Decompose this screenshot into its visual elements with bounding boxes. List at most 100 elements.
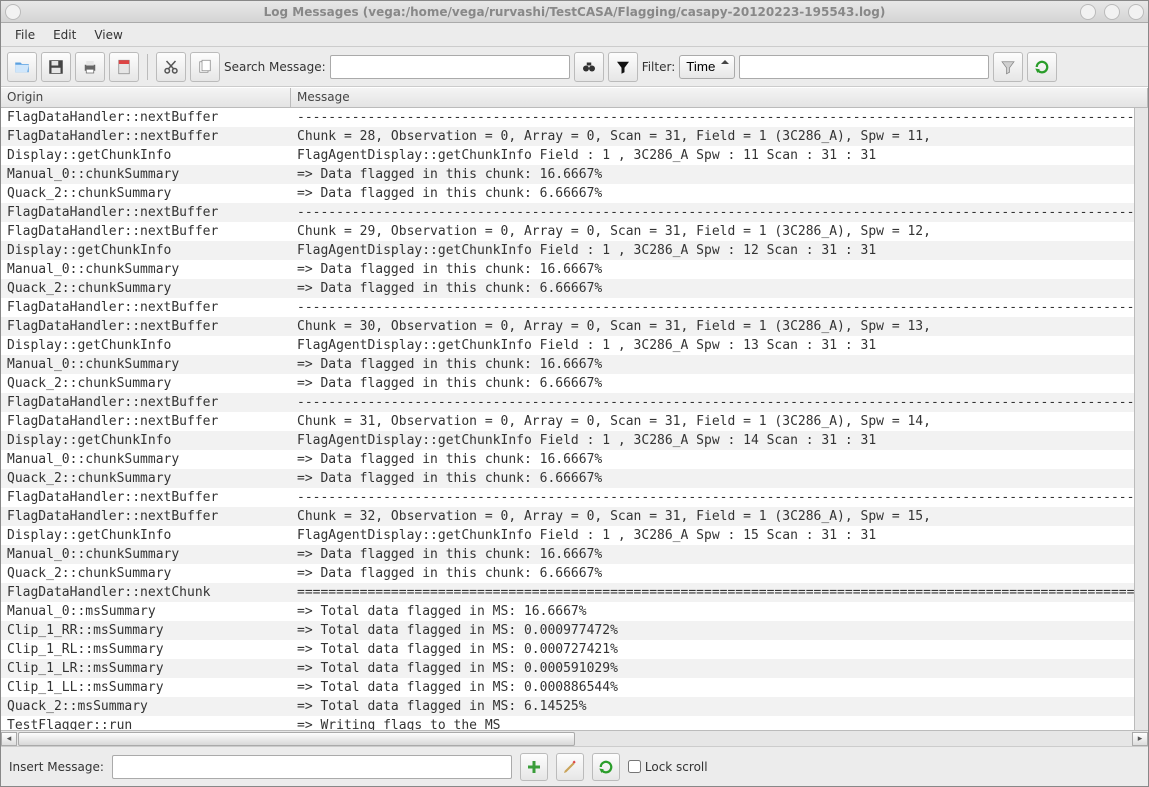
table-row[interactable]: Display::getChunkInfoFlagAgentDisplay::g…	[1, 526, 1134, 545]
message-cell: Chunk = 28, Observation = 0, Array = 0, …	[291, 127, 1134, 146]
maximize-button[interactable]	[1104, 4, 1120, 20]
table-row[interactable]: Manual_0::chunkSummary=> Data flagged in…	[1, 260, 1134, 279]
filter-input[interactable]	[739, 55, 989, 79]
table-row[interactable]: Display::getChunkInfoFlagAgentDisplay::g…	[1, 336, 1134, 355]
message-cell: FlagAgentDisplay::getChunkInfo Field : 1…	[291, 431, 1134, 450]
message-cell: ----------------------------------------…	[291, 298, 1134, 317]
close-button[interactable]	[1128, 4, 1144, 20]
export-pdf-button[interactable]	[109, 52, 139, 82]
table-row[interactable]: FlagDataHandler::nextBufferChunk = 28, O…	[1, 127, 1134, 146]
print-button[interactable]	[75, 52, 105, 82]
table-row[interactable]: Quack_2::chunkSummary=> Data flagged in …	[1, 469, 1134, 488]
scroll-left-button[interactable]: ◂	[1, 732, 17, 746]
origin-cell: Clip_1_LL::msSummary	[1, 678, 291, 697]
vertical-scrollbar[interactable]	[1134, 108, 1148, 730]
filter-toggle-button[interactable]	[608, 52, 638, 82]
message-cell: => Data flagged in this chunk: 16.6667%	[291, 545, 1134, 564]
cut-button[interactable]	[156, 52, 186, 82]
table-row[interactable]: Clip_1_LL::msSummary=> Total data flagge…	[1, 678, 1134, 697]
horizontal-scrollbar[interactable]: ◂ ▸	[1, 730, 1148, 746]
search-input[interactable]	[330, 55, 570, 79]
filter-select[interactable]: Time	[679, 55, 735, 79]
column-origin-header[interactable]: Origin	[1, 88, 291, 107]
open-button[interactable]	[7, 52, 37, 82]
copy-button[interactable]	[190, 52, 220, 82]
message-cell: FlagAgentDisplay::getChunkInfo Field : 1…	[291, 336, 1134, 355]
insert-label: Insert Message:	[9, 760, 104, 774]
message-cell: => Writing flags to the MS	[291, 716, 1134, 730]
message-cell: ----------------------------------------…	[291, 108, 1134, 127]
search-label: Search Message:	[224, 60, 326, 74]
table-row[interactable]: Quack_2::msSummary=> Total data flagged …	[1, 697, 1134, 716]
table-body[interactable]: FlagDataHandler::nextBuffer-------------…	[1, 108, 1134, 730]
titlebar: Log Messages (vega:/home/vega/rurvashi/T…	[1, 1, 1148, 23]
message-cell: => Total data flagged in MS: 16.6667%	[291, 602, 1134, 621]
table-row[interactable]: Quack_2::chunkSummary=> Data flagged in …	[1, 279, 1134, 298]
table-row[interactable]: Manual_0::chunkSummary=> Data flagged in…	[1, 545, 1134, 564]
table-row[interactable]: Quack_2::chunkSummary=> Data flagged in …	[1, 374, 1134, 393]
scroll-track[interactable]	[18, 732, 1131, 746]
origin-cell: TestFlagger::run	[1, 716, 291, 730]
add-button[interactable]	[520, 753, 548, 781]
lock-scroll-checkbox[interactable]: Lock scroll	[628, 760, 708, 774]
message-cell: => Total data flagged in MS: 0.000886544…	[291, 678, 1134, 697]
minimize-button[interactable]	[1080, 4, 1096, 20]
menu-file[interactable]: File	[7, 26, 43, 44]
table-row[interactable]: FlagDataHandler::nextBufferChunk = 31, O…	[1, 412, 1134, 431]
table-row[interactable]: FlagDataHandler::nextBuffer-------------…	[1, 488, 1134, 507]
table-row[interactable]: Display::getChunkInfoFlagAgentDisplay::g…	[1, 431, 1134, 450]
table-row[interactable]: Display::getChunkInfoFlagAgentDisplay::g…	[1, 241, 1134, 260]
insert-input[interactable]	[112, 755, 512, 779]
scroll-right-button[interactable]: ▸	[1132, 732, 1148, 746]
table-row[interactable]: FlagDataHandler::nextBuffer-------------…	[1, 203, 1134, 222]
origin-cell: Display::getChunkInfo	[1, 526, 291, 545]
message-cell: => Total data flagged in MS: 6.14525%	[291, 697, 1134, 716]
scroll-thumb[interactable]	[18, 732, 575, 746]
table-row[interactable]: Display::getChunkInfoFlagAgentDisplay::g…	[1, 146, 1134, 165]
table-row[interactable]: Quack_2::chunkSummary=> Data flagged in …	[1, 564, 1134, 583]
table-row[interactable]: Clip_1_RL::msSummary=> Total data flagge…	[1, 640, 1134, 659]
table-row[interactable]: FlagDataHandler::nextBufferChunk = 30, O…	[1, 317, 1134, 336]
message-cell: => Data flagged in this chunk: 6.66667%	[291, 469, 1134, 488]
table-row[interactable]: FlagDataHandler::nextBufferChunk = 32, O…	[1, 507, 1134, 526]
table-row[interactable]: Manual_0::chunkSummary=> Data flagged in…	[1, 355, 1134, 374]
table-row[interactable]: FlagDataHandler::nextBuffer-------------…	[1, 298, 1134, 317]
apply-filter-button[interactable]	[993, 52, 1023, 82]
origin-cell: FlagDataHandler::nextBuffer	[1, 412, 291, 431]
message-cell: ----------------------------------------…	[291, 488, 1134, 507]
lock-scroll-input[interactable]	[628, 760, 641, 773]
message-cell: FlagAgentDisplay::getChunkInfo Field : 1…	[291, 241, 1134, 260]
origin-cell: FlagDataHandler::nextBuffer	[1, 393, 291, 412]
table-row[interactable]: Clip_1_LR::msSummary=> Total data flagge…	[1, 659, 1134, 678]
scissors-icon	[162, 58, 180, 76]
menu-view[interactable]: View	[86, 26, 130, 44]
refresh-button[interactable]	[1027, 52, 1057, 82]
table-row[interactable]: Manual_0::msSummary=> Total data flagged…	[1, 602, 1134, 621]
message-cell: ========================================…	[291, 583, 1134, 602]
find-button[interactable]	[574, 52, 604, 82]
reload-button[interactable]	[592, 753, 620, 781]
message-cell: => Total data flagged in MS: 0.000727421…	[291, 640, 1134, 659]
window-menu-button[interactable]	[5, 4, 21, 20]
origin-cell: Clip_1_RR::msSummary	[1, 621, 291, 640]
origin-cell: FlagDataHandler::nextBuffer	[1, 108, 291, 127]
table-row[interactable]: FlagDataHandler::nextBuffer-------------…	[1, 108, 1134, 127]
table-row[interactable]: Clip_1_RR::msSummary=> Total data flagge…	[1, 621, 1134, 640]
message-cell: => Data flagged in this chunk: 16.6667%	[291, 260, 1134, 279]
save-button[interactable]	[41, 52, 71, 82]
table-row[interactable]: Quack_2::chunkSummary=> Data flagged in …	[1, 184, 1134, 203]
table-row[interactable]: FlagDataHandler::nextChunk==============…	[1, 583, 1134, 602]
table-row[interactable]: FlagDataHandler::nextBufferChunk = 29, O…	[1, 222, 1134, 241]
folder-open-icon	[13, 58, 31, 76]
table-row[interactable]: Manual_0::chunkSummary=> Data flagged in…	[1, 165, 1134, 184]
log-table: Origin Message FlagDataHandler::nextBuff…	[1, 87, 1148, 746]
table-row[interactable]: TestFlagger::run=> Writing flags to the …	[1, 716, 1134, 730]
menu-edit[interactable]: Edit	[45, 26, 84, 44]
table-row[interactable]: FlagDataHandler::nextBuffer-------------…	[1, 393, 1134, 412]
edit-button[interactable]	[556, 753, 584, 781]
message-cell: FlagAgentDisplay::getChunkInfo Field : 1…	[291, 526, 1134, 545]
column-message-header[interactable]: Message	[291, 88, 1148, 107]
table-row[interactable]: Manual_0::chunkSummary=> Data flagged in…	[1, 450, 1134, 469]
message-cell: => Data flagged in this chunk: 16.6667%	[291, 165, 1134, 184]
origin-cell: Display::getChunkInfo	[1, 146, 291, 165]
